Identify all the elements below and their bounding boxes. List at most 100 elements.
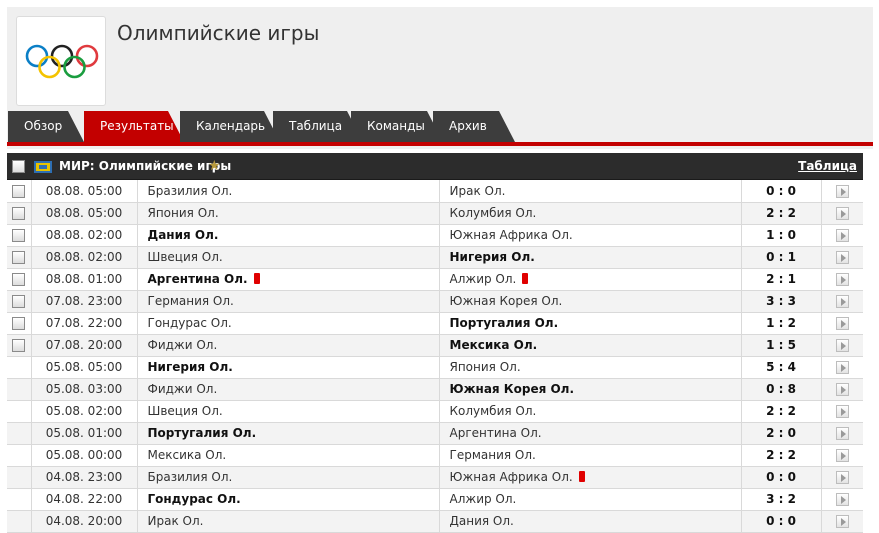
match-details-icon[interactable] xyxy=(835,273,849,286)
olympic-logo xyxy=(16,16,106,106)
match-row[interactable]: 07.08. 20:00 Фиджи Ол. Мексика Ол. 1 : 5 xyxy=(7,334,863,357)
match-details-icon[interactable] xyxy=(835,405,849,418)
match-details-icon[interactable] xyxy=(835,471,849,484)
match-checkbox[interactable] xyxy=(12,207,26,220)
tab-archive[interactable]: Архив xyxy=(433,111,515,142)
match-info-cell xyxy=(821,356,863,379)
match-score: 0 : 8 xyxy=(741,378,822,401)
match-time: 04.08. 20:00 xyxy=(31,510,138,533)
match-details-icon[interactable] xyxy=(835,383,849,396)
match-row[interactable]: 07.08. 23:00 Германия Ол. Южная Корея Ол. 3… xyxy=(7,290,863,313)
home-team-cell: Германия Ол. xyxy=(137,290,440,313)
match-checkbox[interactable] xyxy=(12,339,26,352)
match-row[interactable]: 05.08. 00:00 Мексика Ол. Германия Ол. 2 : 2 xyxy=(7,444,863,467)
away-team-cell: Колумбия Ол. xyxy=(439,202,742,225)
home-team-cell: Португалия Ол. xyxy=(137,422,440,445)
matches-table: 08.08. 05:00 Бразилия Ол. Ирак Ол. 0 : 0 08.… xyxy=(7,180,863,533)
home-team-cell: Ирак Ол. xyxy=(137,510,440,533)
match-score: 1 : 2 xyxy=(741,312,822,335)
away-team-cell: Германия Ол. xyxy=(439,444,742,467)
match-row[interactable]: 04.08. 20:00 Ирак Ол. Дания Ол. 0 : 0 xyxy=(7,510,863,533)
home-team-cell: Швеция Ол. xyxy=(137,400,440,423)
row-checkbox-cell xyxy=(7,378,32,401)
match-details-icon[interactable] xyxy=(835,493,849,506)
match-row[interactable]: 08.08. 05:00 Япония Ол. Колумбия Ол. 2 : 2 xyxy=(7,202,863,225)
star-icon[interactable]: ★ xyxy=(208,158,221,174)
match-details-icon[interactable] xyxy=(835,295,849,308)
row-checkbox-cell xyxy=(7,444,32,467)
match-details-icon[interactable] xyxy=(835,251,849,264)
home-team-cell: Аргентина Ол. xyxy=(137,268,440,291)
match-row[interactable]: 07.08. 22:00 Гондурас Ол. Португалия Ол. 1 … xyxy=(7,312,863,335)
home-team: Фиджи Ол. xyxy=(147,382,218,396)
row-checkbox-cell xyxy=(7,290,32,313)
match-row[interactable]: 05.08. 03:00 Фиджи Ол. Южная Корея Ол. 0 : … xyxy=(7,378,863,401)
league-header: МИР: Олимпийские игры ★ Таблица xyxy=(7,153,863,180)
match-checkbox[interactable] xyxy=(12,317,26,330)
away-team-cell: Португалия Ол. xyxy=(439,312,742,335)
match-row[interactable]: 04.08. 22:00 Гондурас Ол. Алжир Ол. 3 : 2 xyxy=(7,488,863,511)
match-time: 08.08. 01:00 xyxy=(31,268,138,291)
match-checkbox[interactable] xyxy=(12,184,26,198)
home-team: Япония Ол. xyxy=(147,206,219,220)
match-time: 04.08. 23:00 xyxy=(31,466,138,489)
match-row[interactable]: 05.08. 02:00 Швеция Ол. Колумбия Ол. 2 : 2 xyxy=(7,400,863,423)
tab-calendar[interactable]: Календарь xyxy=(180,111,280,142)
match-details-icon[interactable] xyxy=(835,427,849,440)
match-row[interactable]: 08.08. 01:00 Аргентина Ол. Алжир Ол. 2 : 1 xyxy=(7,268,863,291)
row-checkbox-cell xyxy=(7,312,32,335)
away-team-cell: Южная Корея Ол. xyxy=(439,290,742,313)
home-team: Бразилия Ол. xyxy=(147,183,233,198)
match-details-icon[interactable] xyxy=(835,184,849,198)
match-time: 07.08. 23:00 xyxy=(31,290,138,313)
match-details-icon[interactable] xyxy=(835,317,849,330)
match-time: 07.08. 20:00 xyxy=(31,334,138,357)
match-score: 3 : 2 xyxy=(741,488,822,511)
match-details-icon[interactable] xyxy=(835,207,849,220)
home-team-cell: Гондурас Ол. xyxy=(137,312,440,335)
match-score: 1 : 5 xyxy=(741,334,822,357)
league-checkbox[interactable] xyxy=(12,160,25,173)
match-score: 0 : 0 xyxy=(741,466,822,489)
match-score: 0 : 1 xyxy=(741,246,822,269)
match-row[interactable]: 05.08. 05:00 Нигерия Ол. Япония Ол. 5 : 4 xyxy=(7,356,863,379)
match-info-cell xyxy=(821,422,863,445)
match-row[interactable]: 08.08. 02:00 Дания Ол. Южная Африка Ол. 1 :… xyxy=(7,224,863,247)
match-checkbox[interactable] xyxy=(12,273,26,286)
tab-results[interactable]: Результаты xyxy=(84,111,184,142)
tab-overview[interactable]: Обзор xyxy=(8,111,84,142)
home-team: Дания Ол. xyxy=(147,228,219,242)
match-info-cell xyxy=(821,378,863,401)
away-team-cell: Нигерия Ол. xyxy=(439,246,742,269)
away-team-cell: Алжир Ол. xyxy=(439,268,742,291)
row-checkbox-cell xyxy=(7,422,32,445)
match-time: 05.08. 03:00 xyxy=(31,378,138,401)
match-details-icon[interactable] xyxy=(835,515,849,528)
match-score: 2 : 0 xyxy=(741,422,822,445)
tab-table[interactable]: Таблица xyxy=(273,111,363,142)
match-info-cell xyxy=(821,312,863,335)
match-details-icon[interactable] xyxy=(835,361,849,374)
row-checkbox-cell xyxy=(7,224,32,247)
match-checkbox[interactable] xyxy=(12,295,26,308)
home-team-cell: Бразилия Ол. xyxy=(137,466,440,489)
match-details-icon[interactable] xyxy=(835,229,849,242)
away-team: Колумбия Ол. xyxy=(449,206,537,220)
row-checkbox-cell xyxy=(7,466,32,489)
match-row[interactable]: 05.08. 01:00 Португалия Ол. Аргентина Ол. 2… xyxy=(7,422,863,445)
row-checkbox-cell xyxy=(7,356,32,379)
away-team-cell: Мексика Ол. xyxy=(439,334,742,357)
match-details-icon[interactable] xyxy=(835,339,849,352)
match-row[interactable]: 08.08. 05:00 Бразилия Ол. Ирак Ол. 0 : 0 xyxy=(7,180,863,203)
home-team-cell: Фиджи Ол. xyxy=(137,378,440,401)
match-row[interactable]: 04.08. 23:00 Бразилия Ол. Южная Африка Ол.… xyxy=(7,466,863,489)
match-checkbox[interactable] xyxy=(12,229,26,242)
match-info-cell xyxy=(821,510,863,533)
away-team-cell: Алжир Ол. xyxy=(439,488,742,511)
match-checkbox[interactable] xyxy=(12,251,26,264)
home-team-cell: Фиджи Ол. xyxy=(137,334,440,357)
standings-link[interactable]: Таблица xyxy=(798,159,857,173)
tab-teams[interactable]: Команды xyxy=(351,111,443,142)
match-details-icon[interactable] xyxy=(835,449,849,462)
match-row[interactable]: 08.08. 02:00 Швеция Ол. Нигерия Ол. 0 : 1 xyxy=(7,246,863,269)
